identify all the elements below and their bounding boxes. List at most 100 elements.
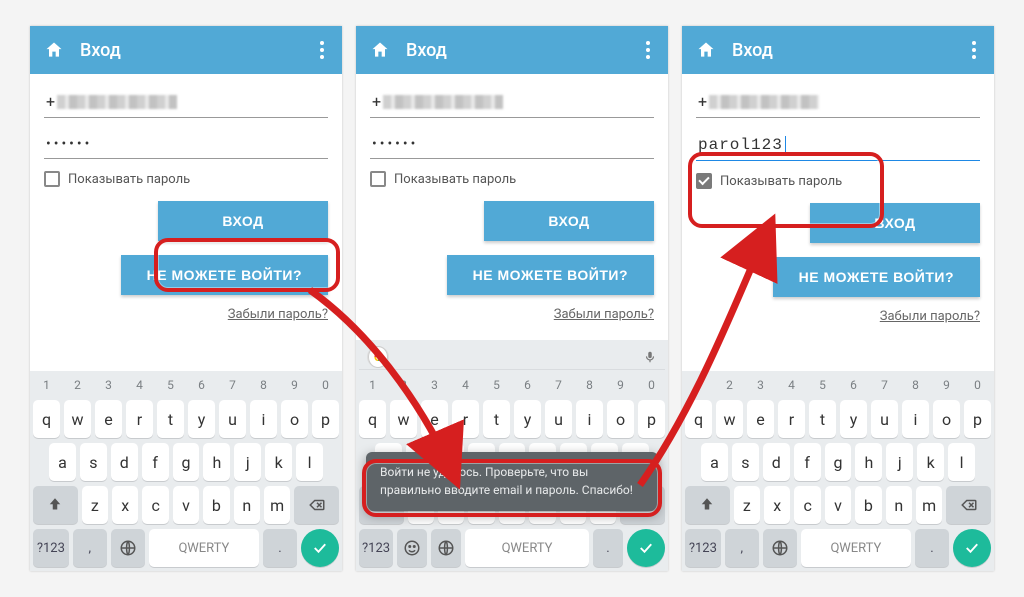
key-i[interactable]: i xyxy=(902,400,929,438)
key-c[interactable]: c xyxy=(142,486,168,524)
key-a[interactable]: a xyxy=(701,443,728,481)
key-h[interactable]: h xyxy=(203,443,230,481)
key-k[interactable]: k xyxy=(917,443,944,481)
space-key[interactable]: QWERTY xyxy=(465,529,589,567)
shift-key[interactable] xyxy=(33,486,78,524)
key-o[interactable]: o xyxy=(607,400,634,438)
key-s[interactable]: s xyxy=(80,443,107,481)
key-y[interactable]: y xyxy=(514,400,541,438)
home-icon[interactable] xyxy=(370,40,390,60)
enter-key[interactable] xyxy=(953,529,991,567)
key-3[interactable]: 3 xyxy=(421,375,448,395)
key-r[interactable]: r xyxy=(126,400,153,438)
forgot-password-link[interactable]: Забыли пароль? xyxy=(44,307,328,322)
key-1[interactable]: 1 xyxy=(685,375,712,395)
key-s[interactable]: s xyxy=(732,443,759,481)
emoji-key[interactable] xyxy=(397,529,427,567)
google-icon[interactable]: G xyxy=(367,346,389,368)
forgot-password-link[interactable]: Забыли пароль? xyxy=(696,309,980,324)
key-4[interactable]: 4 xyxy=(452,375,479,395)
key-x[interactable]: x xyxy=(764,486,790,524)
key-3[interactable]: 3 xyxy=(95,375,122,395)
cant-login-button[interactable]: НЕ МОЖЕТЕ ВОЙТИ? xyxy=(447,255,654,295)
key-4[interactable]: 4 xyxy=(778,375,805,395)
key-b[interactable]: b xyxy=(855,486,881,524)
key-5[interactable]: 5 xyxy=(483,375,510,395)
key-e[interactable]: e xyxy=(747,400,774,438)
key-n[interactable]: n xyxy=(886,486,912,524)
key-v[interactable]: v xyxy=(825,486,851,524)
globe-key[interactable] xyxy=(431,529,461,567)
key-q[interactable]: q xyxy=(33,400,60,438)
switch-key[interactable]: ?123 xyxy=(359,529,393,567)
key-z[interactable]: z xyxy=(82,486,108,524)
shift-key[interactable] xyxy=(685,486,730,524)
key-p[interactable]: p xyxy=(964,400,991,438)
cant-login-button[interactable]: НЕ МОЖЕТЕ ВОЙТИ? xyxy=(121,255,328,295)
key-g[interactable]: g xyxy=(173,443,200,481)
key-g[interactable]: g xyxy=(825,443,852,481)
phone-field[interactable]: + xyxy=(44,84,328,118)
backspace-key[interactable] xyxy=(946,486,991,524)
show-password-checkbox[interactable]: Показывать пароль xyxy=(696,173,980,189)
key-x[interactable]: x xyxy=(112,486,138,524)
switch-key[interactable]: ?123 xyxy=(33,529,69,567)
password-field[interactable]: •••••• xyxy=(44,128,328,159)
key-f[interactable]: f xyxy=(142,443,169,481)
login-button[interactable]: ВХОД xyxy=(810,203,980,243)
key-9[interactable]: 9 xyxy=(607,375,634,395)
key-d[interactable]: d xyxy=(763,443,790,481)
key-0[interactable]: 0 xyxy=(312,375,339,395)
key-8[interactable]: 8 xyxy=(250,375,277,395)
key-e[interactable]: e xyxy=(421,400,448,438)
show-password-checkbox[interactable]: Показывать пароль xyxy=(44,171,328,187)
key-w[interactable]: w xyxy=(390,400,417,438)
key-n[interactable]: n xyxy=(234,486,260,524)
key-7[interactable]: 7 xyxy=(219,375,246,395)
key-6[interactable]: 6 xyxy=(840,375,867,395)
key-d[interactable]: d xyxy=(111,443,138,481)
key-r[interactable]: r xyxy=(778,400,805,438)
key-p[interactable]: p xyxy=(638,400,665,438)
key-r[interactable]: r xyxy=(452,400,479,438)
key-e[interactable]: e xyxy=(95,400,122,438)
key-k[interactable]: k xyxy=(265,443,292,481)
cant-login-button[interactable]: НЕ МОЖЕТЕ ВОЙТИ? xyxy=(773,257,980,297)
key-2[interactable]: 2 xyxy=(64,375,91,395)
key-u[interactable]: u xyxy=(219,400,246,438)
home-icon[interactable] xyxy=(696,40,716,60)
key-y[interactable]: y xyxy=(188,400,215,438)
overflow-menu-icon[interactable] xyxy=(968,37,980,63)
switch-key[interactable]: ?123 xyxy=(685,529,721,567)
period-key[interactable]: . xyxy=(593,529,623,567)
key-f[interactable]: f xyxy=(794,443,821,481)
key-t[interactable]: t xyxy=(483,400,510,438)
key-j[interactable]: j xyxy=(886,443,913,481)
key-m[interactable]: m xyxy=(264,486,290,524)
key-b[interactable]: b xyxy=(203,486,229,524)
key-z[interactable]: z xyxy=(734,486,760,524)
key-m[interactable]: m xyxy=(916,486,942,524)
key-w[interactable]: w xyxy=(64,400,91,438)
key-w[interactable]: w xyxy=(716,400,743,438)
key-o[interactable]: o xyxy=(933,400,960,438)
key-v[interactable]: v xyxy=(173,486,199,524)
password-field[interactable]: parol123 xyxy=(696,128,980,161)
key-3[interactable]: 3 xyxy=(747,375,774,395)
key-c[interactable]: c xyxy=(794,486,820,524)
key-8[interactable]: 8 xyxy=(576,375,603,395)
comma-key[interactable]: , xyxy=(725,529,759,567)
key-i[interactable]: i xyxy=(576,400,603,438)
key-0[interactable]: 0 xyxy=(638,375,665,395)
key-6[interactable]: 6 xyxy=(514,375,541,395)
key-6[interactable]: 6 xyxy=(188,375,215,395)
key-u[interactable]: u xyxy=(871,400,898,438)
phone-field[interactable]: + xyxy=(370,84,654,118)
globe-key[interactable] xyxy=(763,529,797,567)
forgot-password-link[interactable]: Забыли пароль? xyxy=(370,307,654,322)
enter-key[interactable] xyxy=(301,529,339,567)
login-button[interactable]: ВХОД xyxy=(158,201,328,241)
key-h[interactable]: h xyxy=(855,443,882,481)
period-key[interactable]: . xyxy=(263,529,297,567)
key-a[interactable]: a xyxy=(49,443,76,481)
